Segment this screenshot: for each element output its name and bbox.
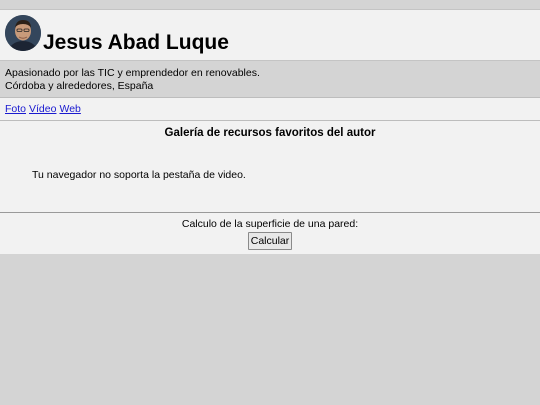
- link-foto[interactable]: Foto: [5, 103, 26, 115]
- page-title: Jesus Abad Luque: [43, 31, 229, 54]
- link-video[interactable]: Vídeo: [29, 103, 56, 115]
- gallery-section: Galería de recursos favoritos del autor …: [0, 121, 540, 213]
- gallery-title: Galería de recursos favoritos del autor: [164, 127, 376, 139]
- avatar: [5, 15, 41, 51]
- nav-links: Foto Vídeo Web: [0, 98, 540, 121]
- calc-label: Calculo de la superficie de una pared:: [181, 218, 359, 230]
- page: Jesus Abad Luque Apasionado por las TIC …: [0, 9, 540, 254]
- calc-section: Calculo de la superficie de una pared: C…: [0, 213, 540, 254]
- video-fallback-message: Tu navegador no soporta la pestaña de vi…: [32, 169, 246, 181]
- header: Jesus Abad Luque: [0, 9, 540, 61]
- calcular-button[interactable]: Calcular: [247, 232, 293, 250]
- profile-info: Apasionado por las TIC y emprendedor en …: [0, 61, 540, 98]
- profile-description: Apasionado por las TIC y emprendedor en …: [5, 67, 260, 79]
- avatar-portrait-icon: [5, 15, 41, 51]
- link-web[interactable]: Web: [59, 103, 80, 115]
- profile-location: Córdoba y alrededores, España: [5, 80, 154, 92]
